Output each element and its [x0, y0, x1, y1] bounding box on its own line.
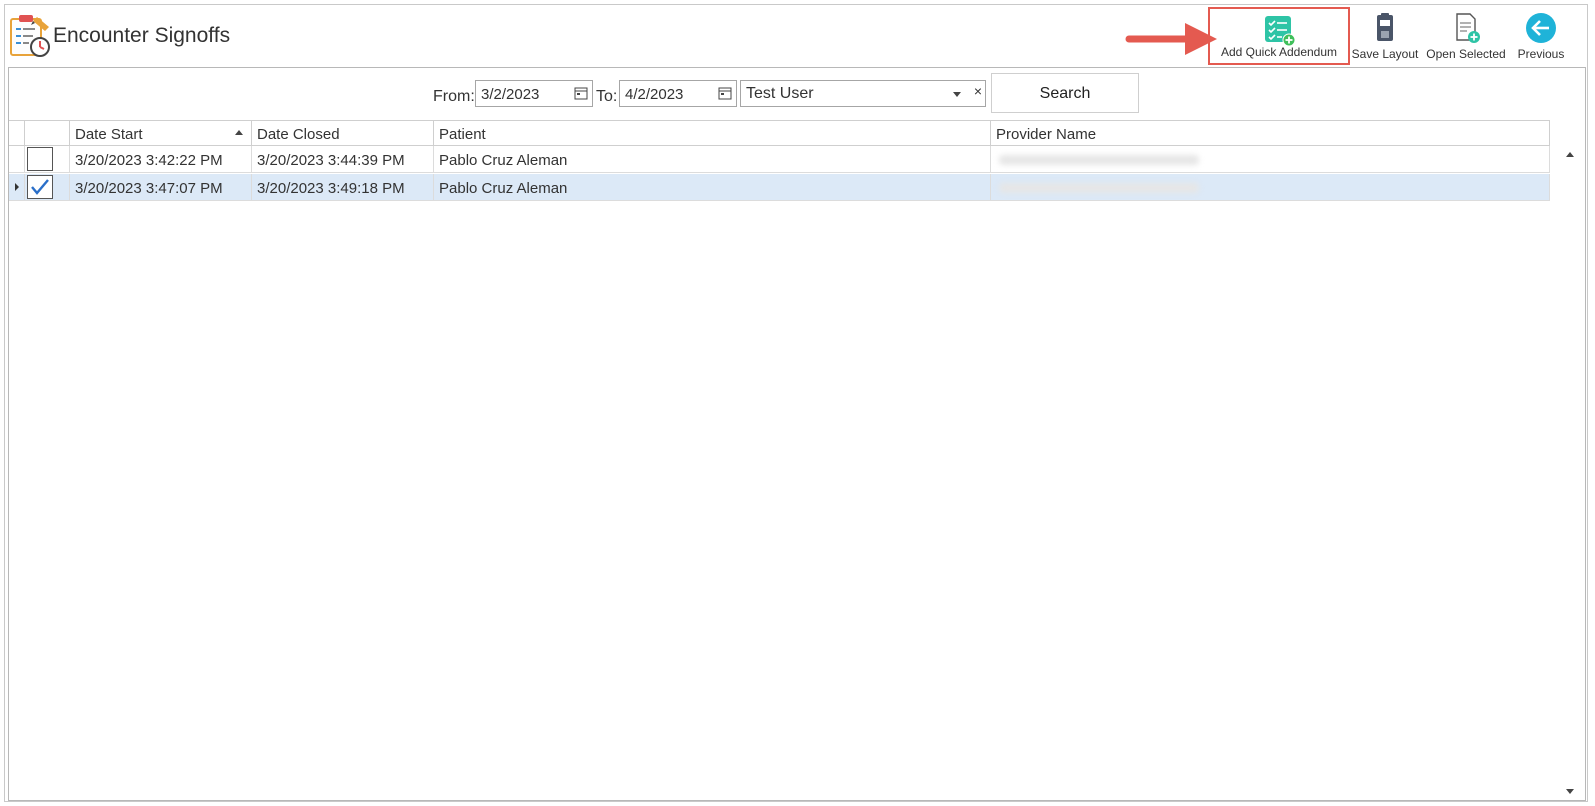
callout-arrow	[1125, 23, 1217, 55]
row-checkbox[interactable]	[27, 175, 53, 199]
checkmark-icon	[31, 179, 49, 195]
search-button[interactable]: Search	[991, 73, 1139, 113]
document-add-icon	[1456, 13, 1480, 43]
column-header-patient[interactable]: Patient	[434, 121, 991, 146]
current-row-icon	[15, 183, 19, 191]
redacted-provider	[999, 183, 1199, 193]
sort-ascending-icon	[235, 130, 243, 135]
add-quick-addendum-label: Add Quick Addendum	[1220, 45, 1338, 59]
page-title: Encounter Signoffs	[53, 24, 231, 47]
content-panel: From: 3/2/2023 To: 4/2/2023 Test User × …	[8, 67, 1586, 801]
cell-date-closed: 3/20/2023 3:49:18 PM	[252, 174, 434, 201]
column-header-date-closed[interactable]: Date Closed	[252, 121, 434, 146]
save-layout-button[interactable]: Save Layout	[1349, 7, 1421, 65]
calendar-icon[interactable]	[574, 86, 588, 100]
open-selected-label: Open Selected	[1426, 47, 1506, 61]
chevron-down-icon[interactable]	[953, 92, 961, 97]
app-window: Encounter Signoffs Add Quick Addendum Sa…	[4, 4, 1588, 802]
from-date-input[interactable]: 3/2/2023	[475, 80, 593, 107]
cell-date-start: 3/20/2023 3:42:22 PM	[70, 146, 252, 173]
to-label: To:	[596, 88, 618, 105]
previous-button[interactable]: Previous	[1511, 7, 1571, 65]
row-checkbox[interactable]	[27, 147, 53, 171]
from-date-value: 3/2/2023	[481, 86, 540, 103]
grid-header: Date Start Date Closed Patient Provider …	[9, 120, 1550, 146]
row-indicator	[9, 146, 25, 173]
header: Encounter Signoffs Add Quick Addendum Sa…	[5, 5, 1589, 67]
row-indicator-header	[9, 121, 25, 146]
cell-patient: Pablo Cruz Aleman	[434, 146, 991, 173]
column-header-provider-name[interactable]: Provider Name	[991, 121, 1550, 146]
save-layout-label: Save Layout	[1351, 47, 1419, 61]
user-select[interactable]: Test User ×	[740, 80, 986, 107]
calendar-icon[interactable]	[718, 86, 732, 100]
clear-icon[interactable]: ×	[974, 83, 982, 99]
row-indicator	[9, 174, 25, 201]
user-select-value: Test User	[746, 85, 814, 102]
cell-date-closed: 3/20/2023 3:44:39 PM	[252, 146, 434, 173]
redacted-provider	[999, 155, 1199, 165]
table-row[interactable]: 3/20/2023 3:47:07 PM 3/20/2023 3:49:18 P…	[9, 174, 1550, 201]
scroll-down-icon[interactable]	[1566, 789, 1574, 794]
checklist-add-icon	[1265, 16, 1296, 47]
column-header-label: Date Start	[75, 126, 143, 143]
column-header-date-start[interactable]: Date Start	[70, 121, 252, 146]
open-selected-button[interactable]: Open Selected	[1424, 7, 1508, 65]
clipboard-save-icon	[1377, 13, 1393, 41]
clipboard-clock-icon	[10, 15, 50, 57]
to-date-input[interactable]: 4/2/2023	[619, 80, 737, 107]
signoffs-grid: Date Start Date Closed Patient Provider …	[9, 120, 1585, 800]
scroll-up-icon[interactable]	[1566, 152, 1574, 157]
back-arrow-icon	[1526, 13, 1556, 43]
table-row[interactable]: 3/20/2023 3:42:22 PM 3/20/2023 3:44:39 P…	[9, 146, 1550, 173]
cell-provider-name	[991, 146, 1550, 173]
filter-bar: From: 3/2/2023 To: 4/2/2023 Test User × …	[9, 68, 1585, 120]
from-label: From:	[433, 88, 475, 105]
add-quick-addendum-button[interactable]: Add Quick Addendum	[1208, 7, 1350, 65]
to-date-value: 4/2/2023	[625, 86, 684, 103]
cell-date-start: 3/20/2023 3:47:07 PM	[70, 174, 252, 201]
cell-patient: Pablo Cruz Aleman	[434, 174, 991, 201]
checkbox-header[interactable]	[25, 121, 70, 146]
cell-provider-name	[991, 174, 1550, 201]
previous-label: Previous	[1517, 47, 1565, 61]
vertical-scrollbar[interactable]	[1551, 146, 1585, 800]
